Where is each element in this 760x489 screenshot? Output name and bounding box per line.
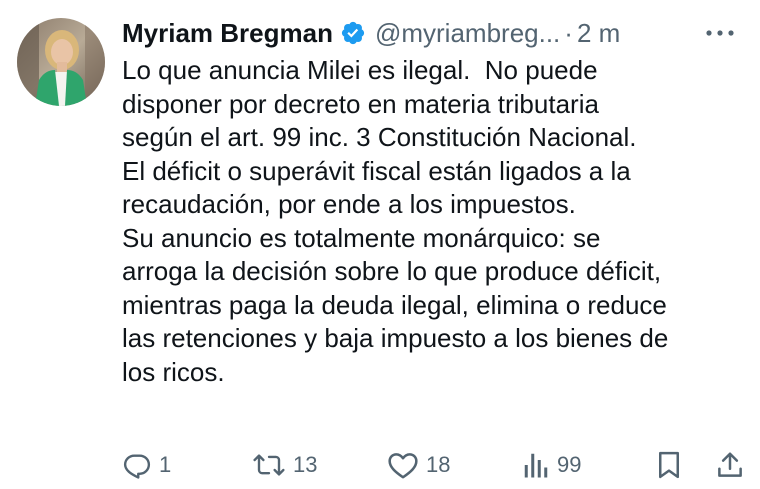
author-handle[interactable]: @myriambreg... (375, 18, 560, 49)
tweet[interactable]: Myriam Bregman @myriambreg... · 2 m Lo q… (0, 0, 760, 489)
reply-count: 1 (159, 452, 172, 477)
repost-count: 13 (293, 452, 318, 477)
tweet-text-line: disponer por decreto en materia tributar… (122, 88, 599, 119)
views-chart-icon (524, 453, 548, 478)
heart-icon (388, 453, 418, 479)
bookmark-button[interactable] (656, 446, 682, 484)
reply-button[interactable]: 1 (122, 446, 171, 484)
avatar[interactable] (17, 18, 105, 106)
verified-badge-icon (341, 21, 365, 45)
like-count: 18 (426, 452, 451, 477)
tweet-text-line: los ricos. (122, 356, 225, 387)
like-button[interactable]: 18 (387, 446, 450, 484)
tweet-text-line: Lo que anuncia Milei es ilegal. No puede (122, 55, 598, 85)
author-display-name[interactable]: Myriam Bregman (122, 18, 333, 49)
more-horizontal-icon (706, 30, 734, 36)
views-button[interactable]: 99 (522, 446, 581, 484)
reply-icon (123, 454, 151, 479)
tweet-text-line: Su anuncio es totalmente monárquico: se (122, 222, 601, 253)
bookmark-icon (659, 451, 679, 479)
header-separator: · (564, 17, 573, 48)
tweet-text-line: arroga la decisión sobre lo que produce … (122, 256, 662, 286)
avatar-photo (17, 18, 105, 106)
repost-icon (253, 454, 285, 476)
tweet-text-line: recaudación, por ende a los impuestos. (122, 189, 576, 219)
share-icon (718, 452, 742, 477)
tweet-text-line: según el art. 99 inc. 3 Constitución Nac… (122, 122, 637, 152)
views-count: 99 (557, 452, 582, 477)
share-button[interactable] (716, 446, 744, 484)
tweet-actions: 1 13 18 99 (0, 446, 760, 484)
tweet-text-line: las retenciones y baja impuesto a los bi… (122, 323, 669, 353)
tweet-timestamp[interactable]: 2 m (577, 18, 620, 49)
tweet-text-line: mientras paga la deuda ilegal, elimina o… (122, 289, 667, 320)
tweet-header: Myriam Bregman @myriambreg... · 2 m (122, 14, 748, 52)
more-options-button[interactable] (700, 18, 740, 48)
tweet-text: Lo que anuncia Milei es ilegal. No puede… (122, 54, 752, 389)
tweet-text-line: El déficit o superávit fiscal están liga… (122, 155, 631, 186)
repost-button[interactable]: 13 (252, 446, 317, 484)
